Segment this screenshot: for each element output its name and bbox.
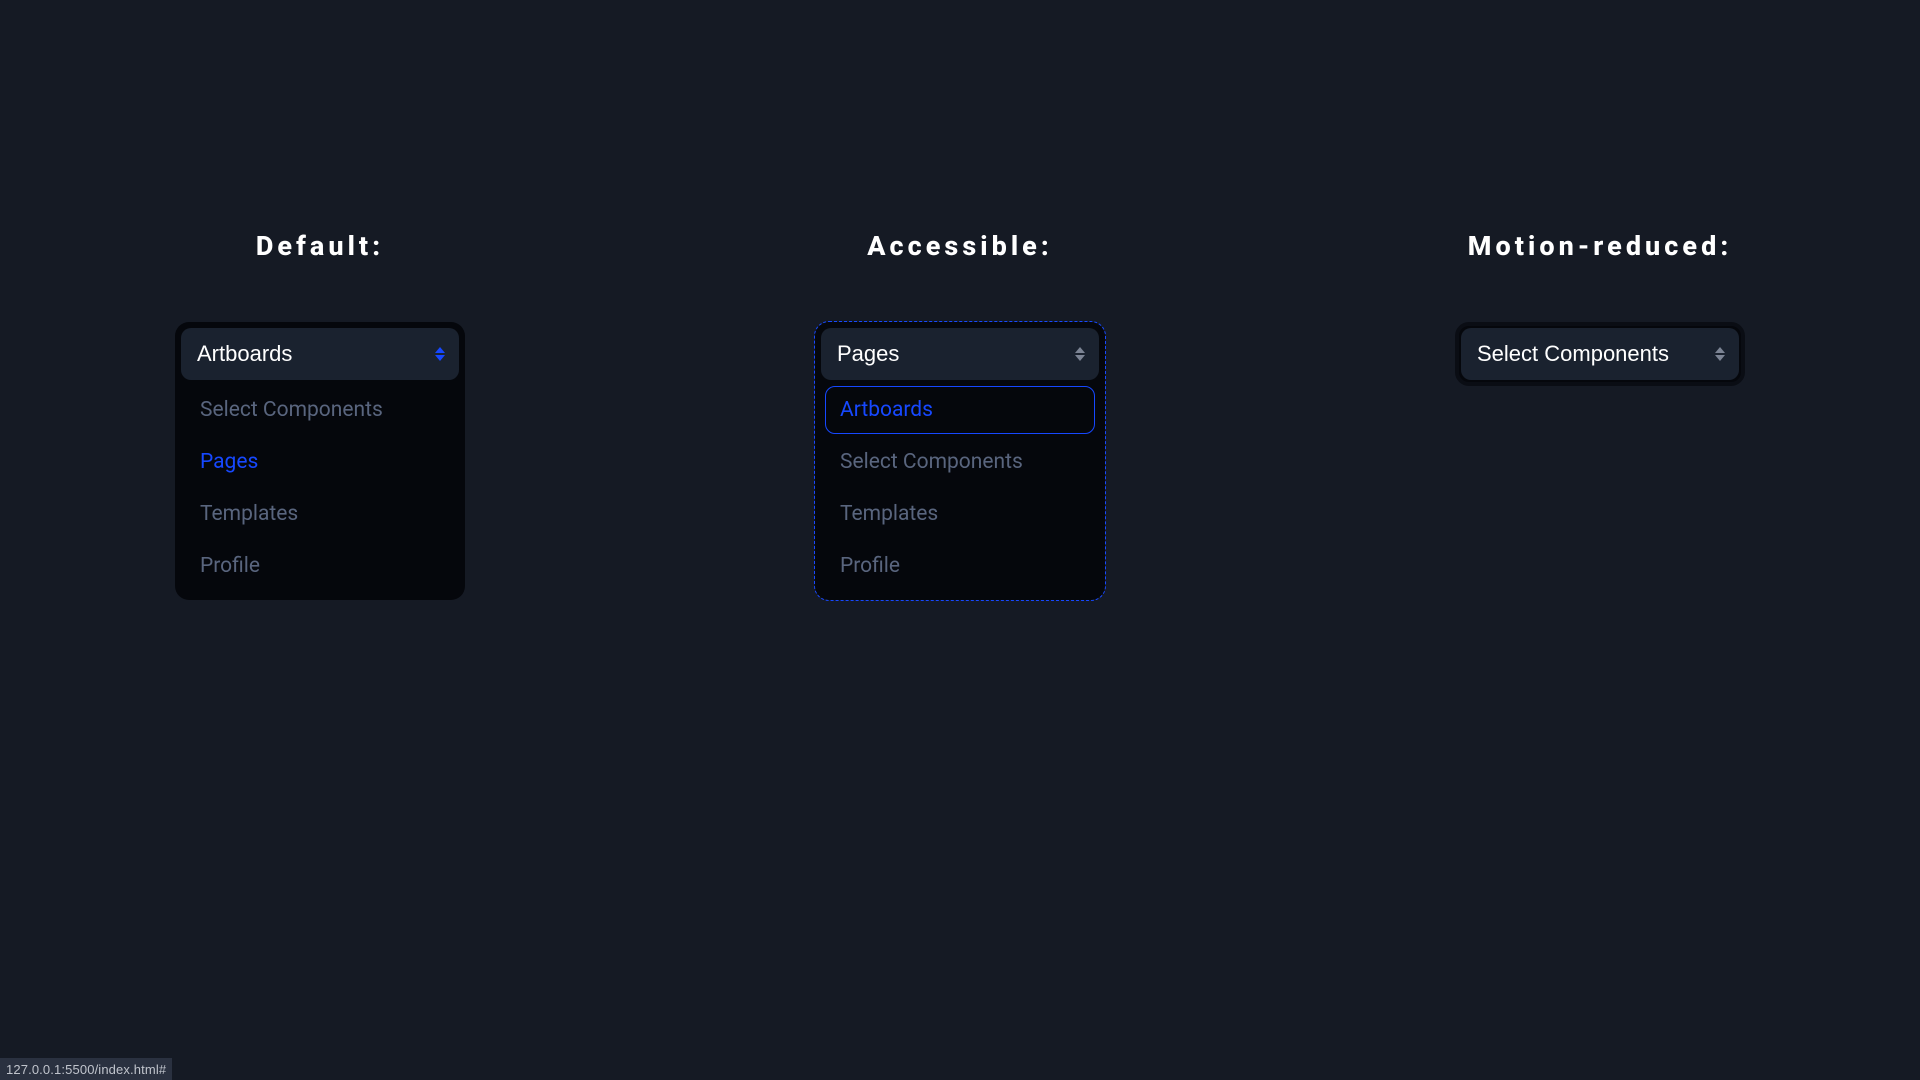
dropdown-selected-label: Select Components: [1477, 341, 1669, 367]
column-accessible: Accessible: Pages Artboards Select Compo…: [815, 230, 1105, 1080]
dropdown-options-accessible: Artboards Select Components Templates Pr…: [821, 380, 1099, 594]
option-profile[interactable]: Profile: [825, 542, 1095, 590]
dropdown-accessible: Pages Artboards Select Components Templa…: [815, 322, 1105, 600]
chevron-up-icon: [1075, 347, 1085, 353]
option-templates[interactable]: Templates: [185, 490, 455, 538]
select-arrows-icon: [1715, 347, 1725, 361]
heading-motion-reduced: Motion-reduced:: [1468, 230, 1733, 262]
chevron-down-icon: [1715, 355, 1725, 361]
chevron-down-icon: [435, 355, 445, 361]
dropdown-trigger-default[interactable]: Artboards: [181, 328, 459, 380]
dropdown-default: Artboards Select Components Pages Templa…: [175, 322, 465, 600]
option-select-components[interactable]: Select Components: [825, 438, 1095, 486]
heading-accessible: Accessible:: [867, 230, 1053, 262]
dropdown-motion-reduced: Select Components: [1455, 322, 1745, 386]
option-select-components[interactable]: Select Components: [185, 386, 455, 434]
dropdown-trigger-accessible[interactable]: Pages: [821, 328, 1099, 380]
column-default: Default: Artboards Select Components Pag…: [175, 230, 465, 1080]
chevron-up-icon: [435, 347, 445, 353]
chevron-down-icon: [1075, 355, 1085, 361]
option-templates[interactable]: Templates: [825, 490, 1095, 538]
column-motion-reduced: Motion-reduced: Select Components: [1455, 230, 1745, 1080]
option-profile[interactable]: Profile: [185, 542, 455, 590]
demo-stage: Default: Artboards Select Components Pag…: [0, 0, 1920, 1080]
select-arrows-icon: [1075, 347, 1085, 361]
dropdown-selected-label: Artboards: [197, 341, 292, 367]
option-artboards[interactable]: Artboards: [825, 386, 1095, 434]
heading-default: Default:: [256, 230, 384, 262]
status-bar: 127.0.0.1:5500/index.html#: [0, 1058, 172, 1080]
chevron-up-icon: [1715, 347, 1725, 353]
select-arrows-icon: [435, 347, 445, 361]
option-pages[interactable]: Pages: [185, 438, 455, 486]
dropdown-trigger-motion-reduced[interactable]: Select Components: [1461, 328, 1739, 380]
dropdown-selected-label: Pages: [837, 341, 899, 367]
dropdown-options-default: Select Components Pages Templates Profil…: [181, 380, 459, 594]
